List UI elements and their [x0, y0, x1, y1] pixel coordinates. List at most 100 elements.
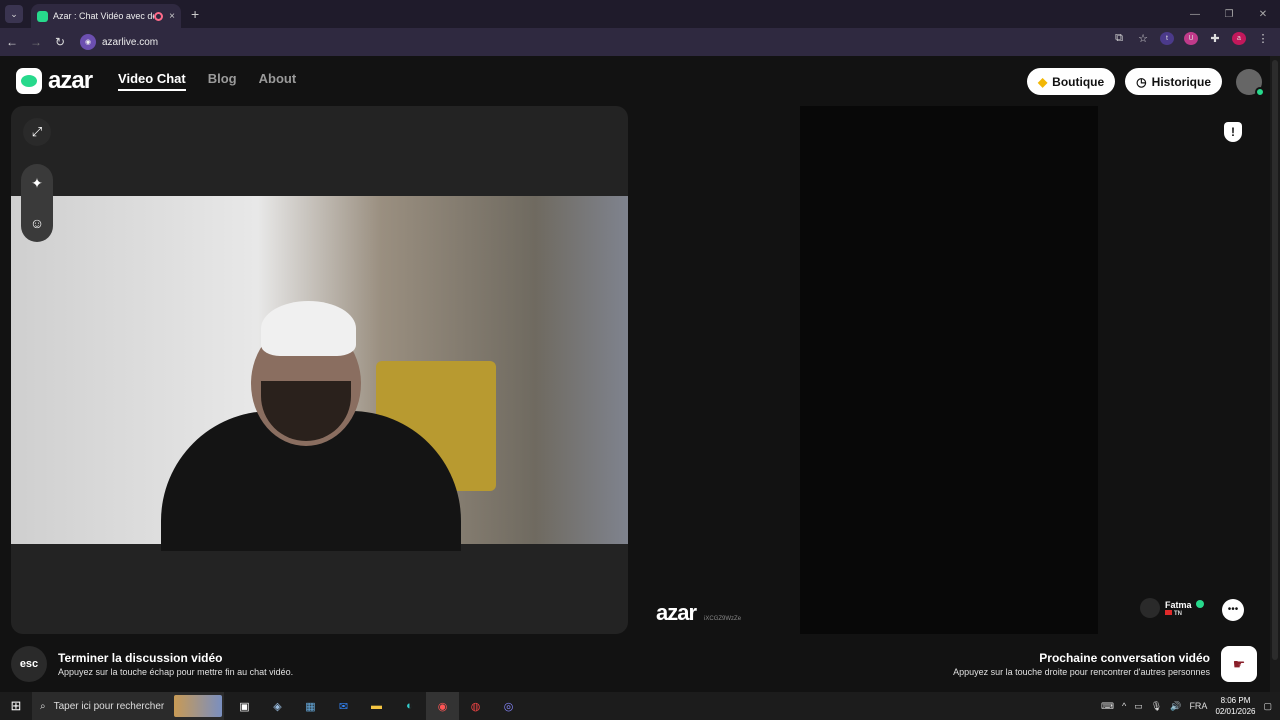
chat-bubble-icon[interactable]: •••: [1222, 599, 1244, 621]
system-tray: ⌨ ^ ▭ 🎙 🔊 FRA 8:06 PM 02/01/2026 ▢: [1101, 692, 1280, 720]
remote-video-feed: [800, 106, 1098, 634]
mail-icon[interactable]: ✉: [327, 692, 360, 720]
recorder-app-icon[interactable]: ◉: [426, 692, 459, 720]
search-highlight-image: [174, 695, 222, 717]
effects-tool-group: ✦ ☺: [21, 164, 53, 242]
search-icon: ⌕: [40, 700, 46, 712]
search-placeholder: Taper ici pour rechercher: [53, 700, 165, 712]
online-status-dot: [1255, 86, 1265, 97]
address-bar-actions: ⧉ ☆ t U ✚ a ⋮: [1112, 32, 1270, 45]
copilot-icon[interactable]: ◈: [261, 692, 294, 720]
browser-tab-bar: ⌄ Azar : Chat Vidéo avec de n × + — ❐ ✕: [0, 0, 1280, 28]
boutique-button[interactable]: ◆ Boutique: [1026, 68, 1116, 95]
watermark-id: iXCGZ9WzZe: [704, 616, 742, 622]
peer-country: TN: [1174, 610, 1182, 617]
remote-video-area: ! azar iXCGZ9WzZe Fatma TN •••: [640, 106, 1270, 634]
taskbar-clock[interactable]: 8:06 PM 02/01/2026: [1215, 695, 1255, 717]
end-chat-description: Appuyez sur la touche échap pour mettre …: [58, 667, 294, 677]
historique-label: Historique: [1151, 74, 1211, 89]
main-nav: Video Chat Blog About: [118, 71, 296, 91]
nav-about[interactable]: About: [259, 71, 297, 91]
clock-date: 02/01/2026: [1215, 707, 1256, 716]
local-camera-feed: [11, 196, 628, 551]
browser-menu-icon[interactable]: ⋮: [1256, 32, 1270, 45]
clock-time: 8:06 PM: [1220, 696, 1251, 705]
browser-tab-azar[interactable]: Azar : Chat Vidéo avec de n ×: [31, 4, 181, 28]
azar-favicon-icon: [37, 10, 48, 22]
keyboard-layout-icon[interactable]: ⌨: [1101, 701, 1114, 712]
verified-badge-icon: [1195, 600, 1204, 608]
azar-watermark: azar iXCGZ9WzZe: [656, 600, 741, 626]
tab-list-button[interactable]: ⌄: [5, 5, 23, 23]
chrome-icon[interactable]: ◍: [459, 692, 492, 720]
next-chat-description: Appuyez sur la touche droite pour rencon…: [953, 667, 1210, 677]
esc-key-button[interactable]: esc: [11, 646, 47, 682]
file-explorer-icon[interactable]: ▬: [360, 692, 393, 720]
minimize-button[interactable]: —: [1178, 9, 1212, 20]
discord-icon[interactable]: ◎: [492, 692, 525, 720]
forward-arrow-icon[interactable]: →: [24, 35, 48, 49]
edge-icon[interactable]: ◐: [393, 692, 426, 720]
historique-button[interactable]: ◷ Historique: [1125, 68, 1222, 95]
clock-icon: ◷: [1136, 74, 1147, 89]
profile-avatar-icon[interactable]: a: [1232, 32, 1246, 45]
local-video-card: ⤢ ✦ ☺: [11, 106, 628, 634]
restore-button[interactable]: ❐: [1212, 9, 1246, 20]
page-scrollbar[interactable]: [1270, 56, 1280, 692]
azar-logo[interactable]: azar: [16, 67, 93, 95]
close-window-button[interactable]: ✕: [1246, 9, 1280, 20]
url-field[interactable]: ◉ azarlive.com: [80, 32, 1140, 52]
next-chat-title: Prochaine conversation vidéo: [1039, 651, 1210, 665]
new-tab-button[interactable]: +: [191, 6, 199, 22]
expand-icon[interactable]: ⤢: [23, 118, 51, 146]
url-text: azarlive.com: [102, 36, 159, 48]
install-app-icon[interactable]: ⧉: [1112, 32, 1126, 45]
microphone-icon[interactable]: 🎙: [1151, 701, 1162, 712]
volume-icon[interactable]: 🔊: [1170, 701, 1181, 712]
azar-logo-mark-icon: [16, 68, 42, 94]
user-avatar[interactable]: [1236, 68, 1265, 97]
taskbar-search[interactable]: ⌕ Taper ici pour rechercher: [32, 692, 224, 720]
task-view-icon[interactable]: ▣: [228, 692, 261, 720]
tab-close-icon[interactable]: ×: [169, 11, 175, 22]
extension-t-icon[interactable]: t: [1160, 32, 1174, 45]
nav-blog[interactable]: Blog: [208, 71, 237, 91]
end-chat-title: Terminer la discussion vidéo: [58, 651, 223, 665]
tunisia-flag-icon: [1165, 609, 1172, 615]
extension-u-icon[interactable]: U: [1184, 32, 1198, 45]
notifications-icon[interactable]: ▢: [1263, 701, 1272, 712]
watermark-logo: azar: [656, 600, 697, 625]
windows-start-icon[interactable]: ⊞: [0, 698, 32, 714]
store-icon[interactable]: ▦: [294, 692, 327, 720]
back-arrow-icon[interactable]: ←: [0, 35, 24, 49]
extensions-puzzle-icon[interactable]: ✚: [1208, 32, 1222, 45]
local-user-video: [161, 301, 461, 551]
reload-icon[interactable]: ↻: [48, 35, 72, 49]
peer-info[interactable]: Fatma TN: [1140, 598, 1204, 618]
tab-title: Azar : Chat Vidéo avec de n: [53, 11, 155, 21]
tray-overflow-icon[interactable]: ^: [1122, 701, 1126, 711]
report-shield-icon[interactable]: !: [1224, 122, 1242, 142]
boutique-label: Boutique: [1052, 74, 1105, 89]
gem-icon: ◆: [1037, 74, 1048, 89]
face-mask-icon[interactable]: ☺: [30, 215, 44, 231]
site-header: azar Video Chat Blog About ◆ Boutique ◷ …: [0, 56, 1270, 106]
video-tools: ⤢: [23, 118, 51, 146]
sparkle-effects-icon[interactable]: ✦: [31, 175, 43, 192]
network-icon[interactable]: ▭: [1134, 701, 1143, 712]
site-info-icon[interactable]: ◉: [80, 34, 96, 50]
window-controls: — ❐ ✕: [1178, 0, 1280, 28]
azar-logo-text: azar: [48, 67, 93, 94]
cursor-hand-icon: ☛: [1232, 655, 1246, 672]
language-indicator[interactable]: FRA: [1189, 701, 1207, 711]
recording-icon: [154, 11, 164, 21]
address-bar-row: ← → ↻ ◉ azarlive.com ⧉ ☆ t U ✚ a ⋮: [0, 28, 1280, 56]
nav-video-chat[interactable]: Video Chat: [118, 71, 186, 91]
bookmark-star-icon[interactable]: ☆: [1136, 32, 1150, 45]
header-actions: ◆ Boutique ◷ Historique: [1026, 68, 1265, 97]
windows-taskbar: ⊞ ⌕ Taper ici pour rechercher ▣ ◈ ▦ ✉ ▬ …: [0, 692, 1280, 720]
next-chat-button[interactable]: ☛: [1221, 646, 1257, 682]
peer-avatar: [1140, 598, 1160, 618]
azar-page: azar Video Chat Blog About ◆ Boutique ◷ …: [0, 56, 1270, 692]
peer-name: Fatma: [1165, 599, 1192, 610]
